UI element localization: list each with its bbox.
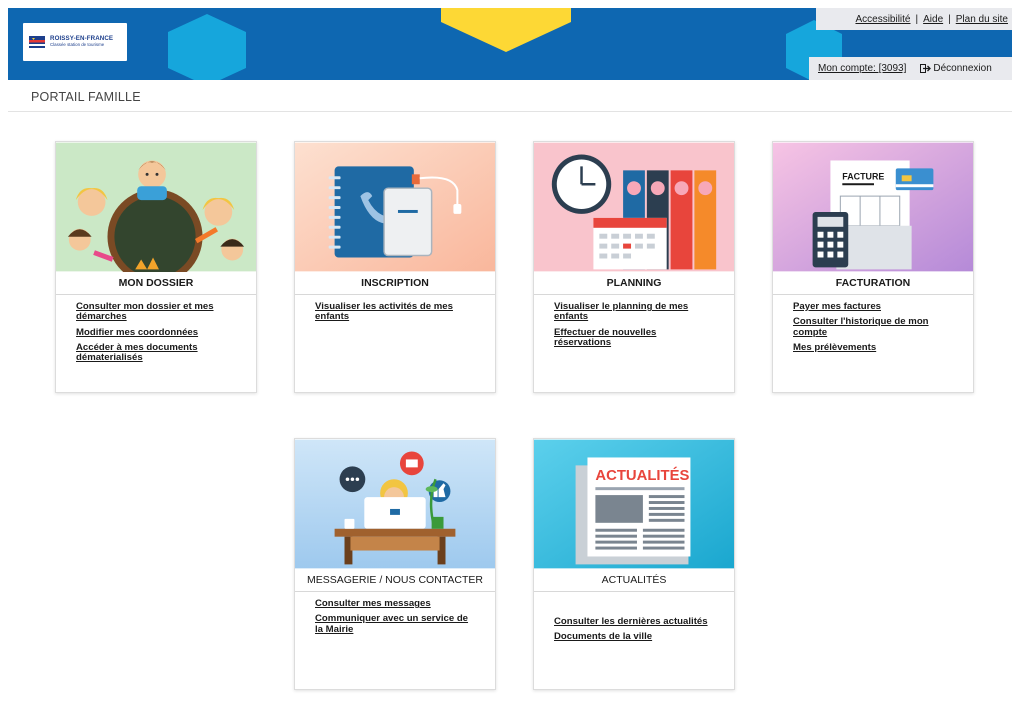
list-item: Consulter l'historique de mon compte: [793, 317, 953, 338]
contact-service-link[interactable]: Communiquer avec un service de la Mairie: [315, 614, 475, 635]
clock-calendar-binders-illustration: [534, 142, 734, 272]
card-inscription: INSCRIPTION Visualiser les activités de …: [294, 141, 496, 393]
card-mon-dossier: MON DOSSIER Consulter mon dossier et mes…: [55, 141, 257, 393]
card-links: Visualiser le planning de mes enfants Ef…: [534, 295, 734, 348]
card-links: Payer mes factures Consulter l'historiqu…: [773, 295, 973, 353]
utility-links: Accessibilité | Aide | Plan du site: [816, 8, 1012, 30]
notebook-phone-illustration: [295, 142, 495, 272]
list-item: Payer mes factures: [793, 301, 953, 312]
edit-contact-link[interactable]: Modifier mes coordonnées: [76, 327, 236, 338]
invoice-label: FACTURE: [842, 171, 884, 181]
pay-invoices-link[interactable]: Payer mes factures: [793, 301, 953, 312]
card-messagerie: MESSAGERIE / NOUS CONTACTER Consulter me…: [294, 438, 496, 690]
latest-news-link[interactable]: Consulter les dernières actualités: [554, 616, 714, 627]
newspaper-headline: ACTUALITÉS: [595, 467, 689, 484]
card-title: FACTURATION: [773, 272, 973, 295]
help-link[interactable]: Aide: [923, 14, 943, 25]
accessibility-link[interactable]: Accessibilité: [855, 14, 910, 25]
my-account-link[interactable]: Mon compte: [3093]: [818, 63, 906, 74]
account-bar: Mon compte: [3093] Déconnexion: [809, 57, 1012, 80]
direct-debits-link[interactable]: Mes prélèvements: [793, 342, 953, 353]
coat-of-arms-icon: [29, 36, 45, 48]
card-planning: PLANNING Visualiser le planning de mes e…: [533, 141, 735, 393]
card-title: PLANNING: [534, 272, 734, 295]
laptop-messages-illustration: [295, 439, 495, 569]
consult-dossier-link[interactable]: Consulter mon dossier et mes démarches: [76, 301, 236, 323]
logout-link[interactable]: Déconnexion: [920, 63, 992, 74]
card-title: MON DOSSIER: [56, 272, 256, 295]
invoice-calculator-illustration: FACTURE: [773, 142, 973, 272]
list-item: Visualiser les activités de mes enfants: [315, 301, 475, 323]
hexagon-decoration: [441, 8, 571, 52]
list-item: Visualiser le planning de mes enfants: [554, 301, 714, 323]
card-links: Consulter mon dossier et mes démarches M…: [56, 295, 256, 364]
separator: |: [915, 13, 919, 25]
new-reservation-link[interactable]: Effectuer de nouvelles réservations: [554, 327, 714, 349]
hexagon-decoration: [168, 14, 246, 80]
card-links: Consulter mes messages Communiquer avec …: [295, 592, 495, 635]
view-activities-link[interactable]: Visualiser les activités de mes enfants: [315, 301, 475, 323]
documents-link[interactable]: Accéder à mes documents dématerialisés: [76, 342, 236, 364]
newspaper-illustration: ACTUALITÉS: [534, 439, 734, 569]
logout-label: Déconnexion: [933, 63, 992, 74]
view-messages-link[interactable]: Consulter mes messages: [315, 598, 475, 609]
card-title: MESSAGERIE / NOUS CONTACTER: [295, 569, 495, 592]
card-title: INSCRIPTION: [295, 272, 495, 295]
view-planning-link[interactable]: Visualiser le planning de mes enfants: [554, 301, 714, 323]
list-item: Documents de la ville: [554, 631, 714, 642]
breadcrumb: PORTAIL FAMILLE: [31, 90, 141, 104]
divider: [8, 111, 1012, 112]
card-links: Visualiser les activités de mes enfants: [295, 295, 495, 323]
list-item: Effectuer de nouvelles réservations: [554, 327, 714, 349]
city-documents-link[interactable]: Documents de la ville: [554, 631, 714, 642]
sitemap-link[interactable]: Plan du site: [956, 14, 1008, 25]
separator: |: [948, 13, 951, 25]
list-item: Consulter mon dossier et mes démarches: [76, 301, 236, 323]
card-title: ACTUALITÉS: [534, 569, 734, 592]
logout-icon: [920, 64, 932, 73]
logo-subtitle: Classée station de tourisme: [50, 42, 105, 48]
list-item: Mes prélèvements: [793, 342, 953, 353]
site-logo[interactable]: ROISSY-EN-FRANCE Classée station de tour…: [23, 23, 127, 61]
list-item: Accéder à mes documents dématerialisés: [76, 342, 236, 364]
account-history-link[interactable]: Consulter l'historique de mon compte: [793, 317, 953, 338]
card-links: Consulter les dernières actualités Docum…: [534, 592, 734, 643]
list-item: Communiquer avec un service de la Mairie: [315, 614, 475, 635]
list-item: Consulter mes messages: [315, 598, 475, 609]
card-actualites: ACTUALITÉS ACTUALITÉS Consulter les dern…: [533, 438, 735, 690]
list-item: Consulter les dernières actualités: [554, 616, 714, 627]
kids-chalkboard-illustration: [56, 142, 256, 272]
card-facturation: FACTURE FACTURATION Payer mes factures C…: [772, 141, 974, 393]
list-item: Modifier mes coordonnées: [76, 327, 236, 338]
